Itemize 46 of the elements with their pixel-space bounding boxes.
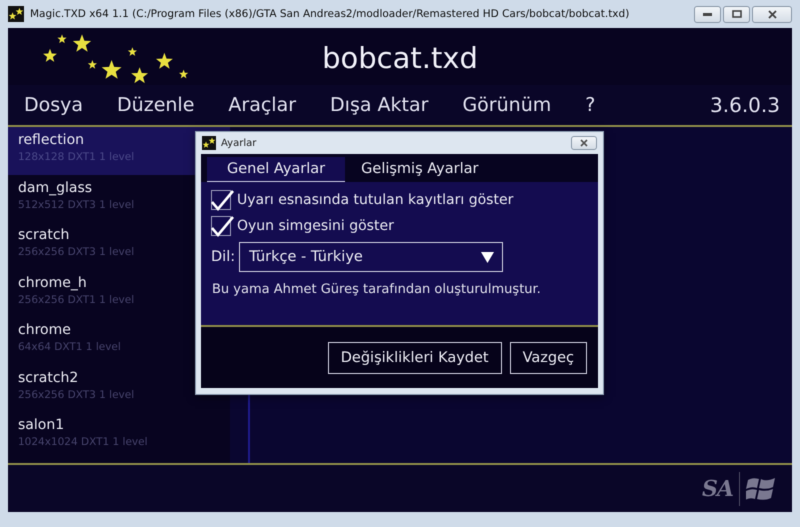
texture-name: reflection xyxy=(18,132,84,148)
checkbox[interactable] xyxy=(211,190,231,210)
app-icon xyxy=(202,136,216,150)
menu-item[interactable]: Araçlar xyxy=(228,94,296,116)
texture-item[interactable]: salon1 1024x1024 DXT1 1 level xyxy=(8,412,230,460)
menu-item[interactable]: Dosya xyxy=(24,94,84,116)
close-icon xyxy=(766,10,778,18)
texture-name: dam_glass xyxy=(18,180,92,196)
texture-info: 256x256 DXT1 1 level xyxy=(18,294,134,306)
dialog-button[interactable]: Vazgeç xyxy=(510,342,587,374)
checkbox[interactable] xyxy=(211,216,231,236)
texture-info: 256x256 DXT3 1 level xyxy=(18,246,134,258)
minimize-icon xyxy=(703,12,712,16)
minimize-button[interactable] xyxy=(694,6,721,22)
texture-info: 256x256 DXT3 1 level xyxy=(18,388,134,400)
app-icon xyxy=(8,6,24,22)
texture-name: chrome xyxy=(18,322,71,338)
close-icon xyxy=(579,139,589,147)
settings-tab[interactable]: Gelişmiş Ayarlar xyxy=(345,157,494,182)
menu-item[interactable]: Düzenle xyxy=(117,94,194,116)
texture-info: 1024x1024 DXT1 1 level xyxy=(18,436,148,448)
language-dropdown[interactable]: Türkçe - Türkiye xyxy=(239,242,504,272)
file-title: bobcat.txd xyxy=(322,40,478,74)
language-label: Dil: xyxy=(211,249,236,265)
texture-name: scratch2 xyxy=(18,370,78,386)
texture-info: 512x512 DXT3 1 level xyxy=(18,198,134,210)
maximize-button[interactable] xyxy=(723,6,750,22)
credit-text: Bu yama Ahmet Güreş tarafından oluşturulmuştur. xyxy=(211,282,542,297)
maximize-icon xyxy=(732,10,742,18)
checkbox-label: Uyarı esnasında tutulan kayıtları göster xyxy=(237,192,514,208)
dialog-button[interactable]: Değişiklikleri Kaydet xyxy=(328,342,502,374)
texture-name: scratch xyxy=(18,227,70,243)
close-button[interactable] xyxy=(571,136,597,150)
close-button[interactable] xyxy=(752,6,792,22)
texture-name: salon1 xyxy=(18,417,64,433)
dropdown-arrow-icon xyxy=(481,252,494,262)
texture-info: 64x64 DXT1 1 level xyxy=(18,341,121,353)
texture-name: chrome_h xyxy=(18,274,87,290)
menu-item[interactable]: Görünüm xyxy=(462,94,552,116)
game-logo: SA xyxy=(702,476,733,502)
menu-item[interactable]: ? xyxy=(585,94,596,116)
version-label: 3.6.0.3 xyxy=(710,93,780,117)
checkbox-label: Oyun simgesini göster xyxy=(237,218,394,234)
window-title: Magic.TXD x64 1.1 (C:/Program Files (x86)/GTA San Andreas2/modloader/Remastered HD Cars/bobcat/bobcat.txd) xyxy=(30,8,630,20)
settings-tab[interactable]: Genel Ayarlar xyxy=(207,157,346,182)
menu-item[interactable]: Dışa Aktar xyxy=(330,94,428,116)
